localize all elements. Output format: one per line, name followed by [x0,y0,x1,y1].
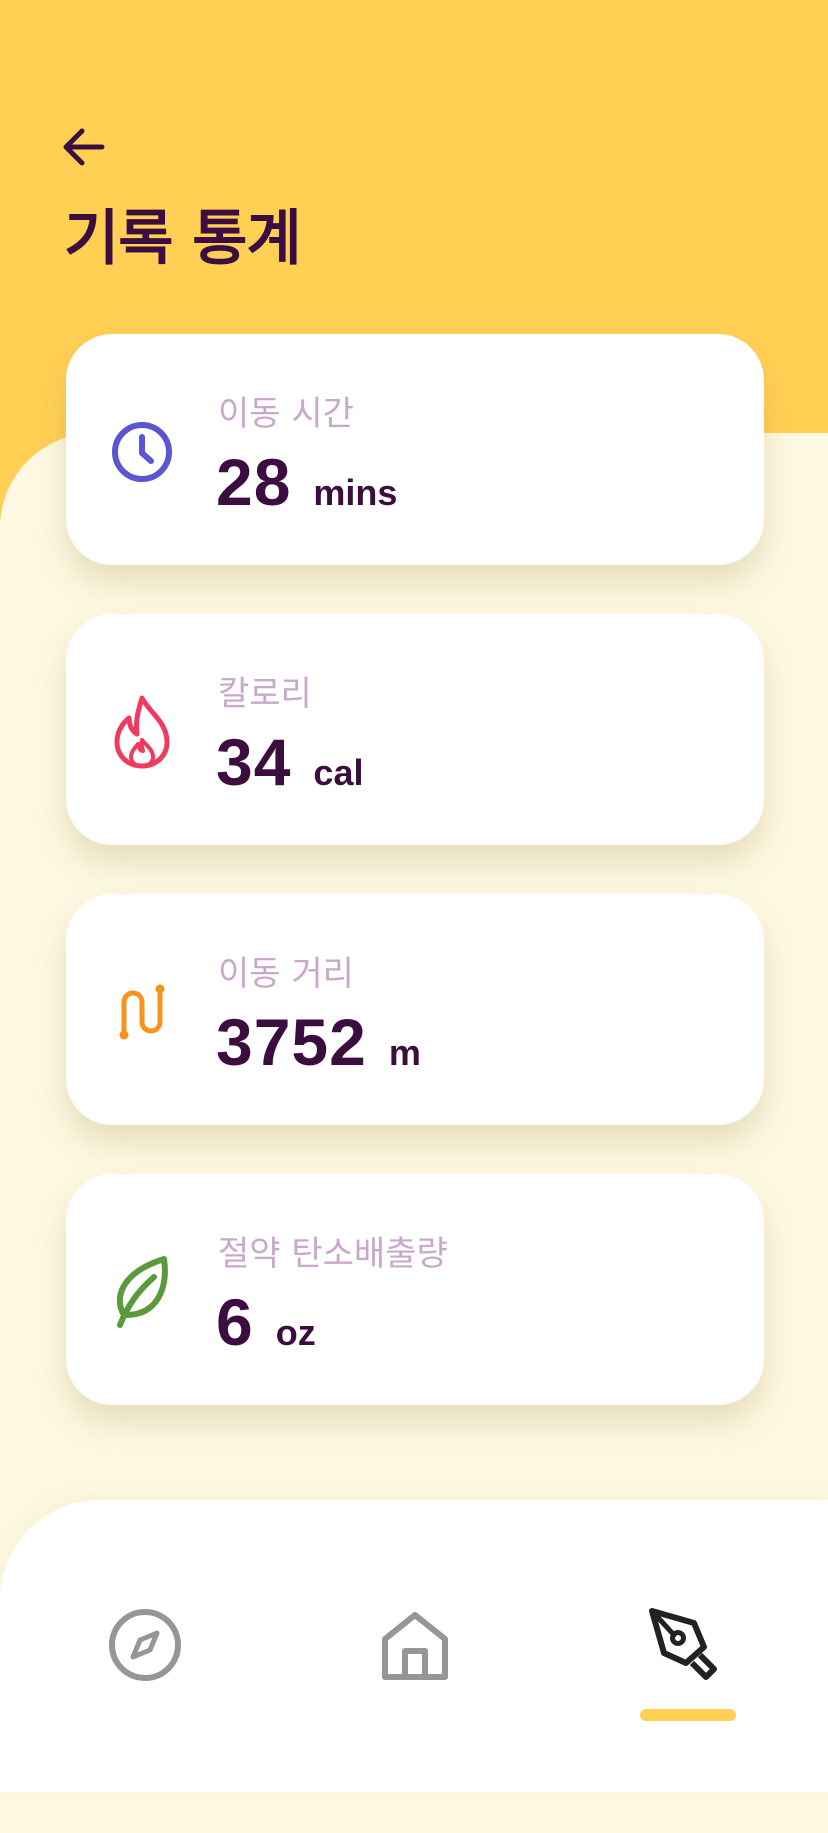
stat-card-calories: 칼로리 34 cal [66,614,764,845]
back-button[interactable] [58,122,108,172]
stat-value: 3752 [216,1005,367,1079]
compass-icon [109,1609,181,1681]
nav-item-home[interactable] [370,1600,460,1690]
leaf-icon [108,1256,176,1328]
stat-card-distance: 이동 거리 3752 m [66,894,764,1125]
page-title: 기록 통계 [64,204,302,274]
stat-value: 6 [216,1285,254,1359]
stat-value: 28 [216,445,292,519]
flame-icon [108,695,176,769]
stat-card-travel-time: 이동 시간 28 mins [66,334,764,565]
stat-card-carbon-saved: 절약 탄소배출량 6 oz [66,1174,764,1405]
stat-value-row: 3752 m [216,1004,421,1080]
stat-unit: oz [275,1312,316,1353]
stat-label: 절약 탄소배출량 [218,1234,448,1274]
nav-item-record[interactable] [643,1600,733,1690]
clock-icon [108,418,176,486]
stat-label: 칼로리 [218,674,312,714]
arrow-left-icon [63,128,105,166]
stat-unit: mins [313,472,398,513]
route-icon [108,978,176,1046]
stat-unit: cal [313,752,364,793]
nav-item-explore[interactable] [100,1600,190,1690]
home-icon [382,1612,448,1680]
stat-label: 이동 거리 [218,954,354,994]
active-tab-indicator [640,1709,736,1721]
stat-label: 이동 시간 [218,394,354,434]
stat-value-row: 34 cal [216,724,363,800]
stat-value-row: 28 mins [216,444,397,520]
stat-value-row: 6 oz [216,1284,316,1360]
stat-unit: m [388,1032,421,1073]
pen-nib-icon [649,1608,717,1680]
bottom-nav [0,1500,828,1792]
stat-value: 34 [216,725,292,799]
